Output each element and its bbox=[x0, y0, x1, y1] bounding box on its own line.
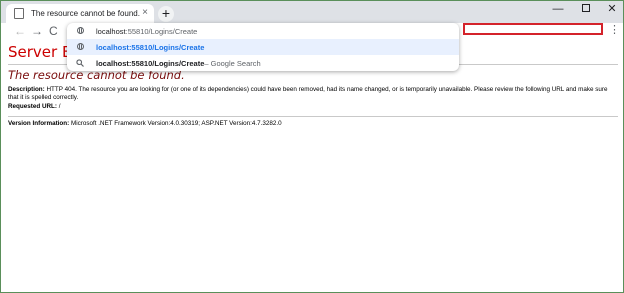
reload-icon[interactable]: C bbox=[49, 23, 58, 39]
version-label: Version Information: bbox=[8, 120, 70, 127]
description-label: Description: bbox=[8, 86, 45, 93]
suggestion-path: :55810/Logins/Create bbox=[128, 42, 205, 52]
globe-icon bbox=[76, 42, 84, 51]
page-icon bbox=[14, 8, 24, 19]
tab-strip: The resource cannot be found. × + — ✕ bbox=[1, 1, 623, 23]
omnibox-dropdown: localhost:55810/Logins/Create localhost:… bbox=[67, 23, 459, 71]
suggestion-path: :55810/Logins/Create bbox=[125, 26, 198, 36]
maximize-icon bbox=[582, 4, 590, 13]
back-arrow-icon[interactable]: ← bbox=[14, 23, 26, 39]
tab-active[interactable]: The resource cannot be found. × bbox=[6, 4, 154, 23]
page-content: Server Error in '/' Application. The res… bbox=[1, 39, 623, 292]
version-info: Version Information: Microsoft .NET Fram… bbox=[8, 120, 282, 127]
window-close-button[interactable]: ✕ bbox=[597, 1, 624, 19]
suggestion-host: localhost bbox=[96, 42, 129, 52]
minimize-button[interactable]: — bbox=[543, 1, 573, 19]
forward-arrow-icon[interactable]: → bbox=[31, 23, 43, 39]
omnibox-suggestion-selected[interactable]: localhost:55810/Logins/Create bbox=[67, 39, 459, 55]
new-tab-button[interactable]: + bbox=[158, 6, 174, 22]
suggestion-host: localhost bbox=[96, 26, 126, 36]
omnibox-search-suggestion[interactable]: localhost:55810/Logins/Create – Google S… bbox=[67, 55, 459, 71]
tab-title: The resource cannot be found. bbox=[31, 9, 140, 18]
omnibox-suggestion[interactable]: localhost:55810/Logins/Create bbox=[67, 23, 459, 39]
requested-url-value: / bbox=[56, 103, 61, 110]
divider bbox=[8, 116, 618, 117]
suggestion-query: localhost:55810/Logins/Create bbox=[96, 58, 205, 68]
suggestion-suffix: – Google Search bbox=[204, 58, 261, 68]
close-icon[interactable]: × bbox=[142, 7, 148, 19]
highlight-box bbox=[463, 23, 603, 35]
globe-icon bbox=[76, 26, 84, 35]
browser-window: The resource cannot be found. × + — ✕ ← … bbox=[0, 0, 624, 293]
search-icon bbox=[76, 59, 84, 67]
version-text: Microsoft .NET Framework Version:4.0.303… bbox=[69, 120, 282, 127]
requested-url: Requested URL: / bbox=[8, 103, 60, 110]
description-text: HTTP 404. The resource you are looking f… bbox=[8, 86, 608, 101]
error-description: Description: HTTP 404. The resource you … bbox=[8, 86, 618, 101]
requested-url-label: Requested URL: bbox=[8, 103, 57, 110]
menu-icon[interactable]: ⋮ bbox=[609, 24, 620, 36]
